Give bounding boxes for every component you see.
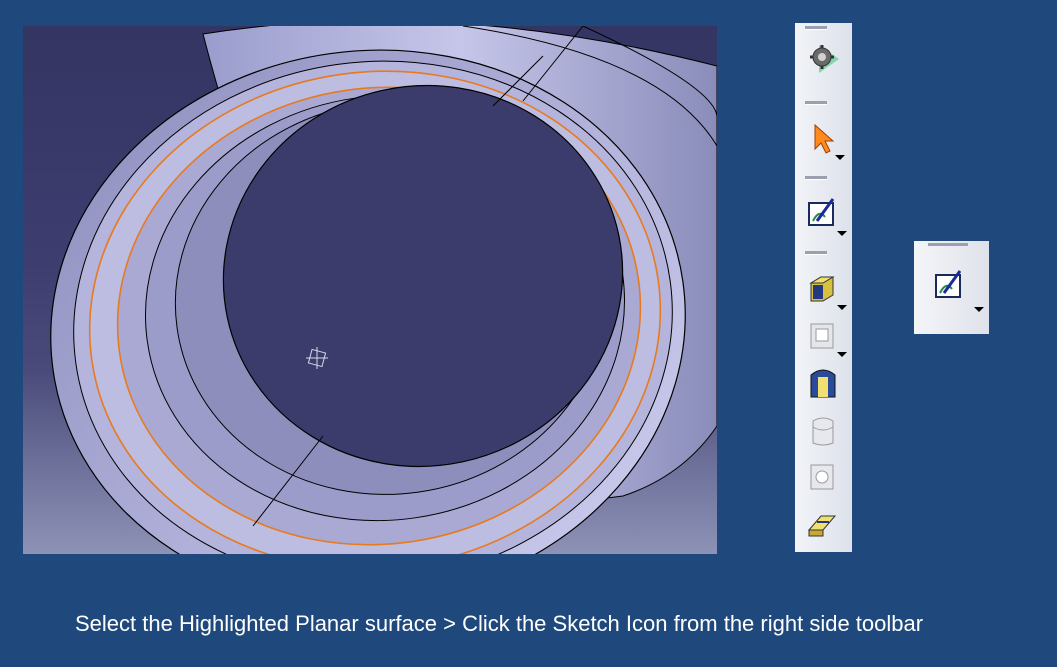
part-model[interactable] [23, 26, 717, 554]
hole-icon[interactable] [805, 459, 841, 495]
pad-icon[interactable] [805, 271, 847, 310]
toolbar-separator [805, 251, 827, 255]
right-side-toolbar [795, 23, 852, 552]
toolbar-separator [928, 243, 968, 246]
sketch-icon[interactable] [932, 267, 984, 312]
3d-viewport[interactable] [23, 26, 717, 554]
sketch-icon[interactable] [805, 195, 847, 236]
shaft-icon[interactable] [805, 367, 841, 403]
instruction-caption: Select the Highlighted Planar surface > … [75, 611, 924, 636]
toolbar-separator [805, 26, 827, 30]
select-arrow-icon[interactable] [805, 121, 845, 160]
toolbar-separator [805, 176, 827, 180]
sketch-icon-callout [914, 241, 989, 334]
gear-icon[interactable] [805, 41, 841, 77]
toolbar-separator [805, 101, 827, 105]
rib-icon[interactable] [805, 504, 841, 540]
groove-icon[interactable] [805, 413, 841, 449]
pocket-icon[interactable] [805, 318, 847, 357]
